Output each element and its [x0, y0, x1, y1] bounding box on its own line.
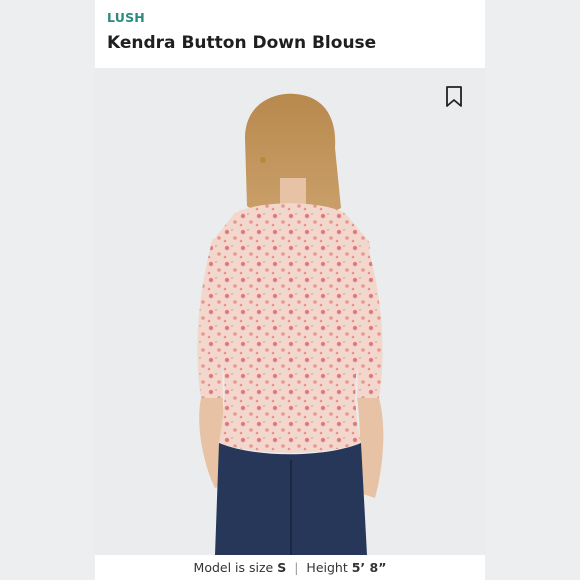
- model-photo: [197, 93, 384, 555]
- model-info: Model is size S | Height 5’ 8”: [95, 555, 485, 580]
- bookmark-icon[interactable]: [445, 86, 463, 108]
- model-size-value: S: [277, 560, 287, 575]
- model-size-label: Model is size: [193, 560, 274, 575]
- model-height-value: 5’ 8”: [351, 560, 387, 575]
- right-margin: [485, 0, 580, 580]
- left-margin: [0, 0, 95, 580]
- product-header: LUSH Kendra Button Down Blouse: [95, 0, 485, 68]
- brand-name[interactable]: LUSH: [107, 10, 145, 25]
- separator: |: [294, 560, 299, 575]
- model-height-label: Height: [306, 560, 348, 575]
- product-title: Kendra Button Down Blouse: [107, 33, 377, 53]
- product-card: LUSH Kendra Button Down Blouse Model is …: [95, 0, 485, 580]
- product-image[interactable]: [95, 68, 485, 555]
